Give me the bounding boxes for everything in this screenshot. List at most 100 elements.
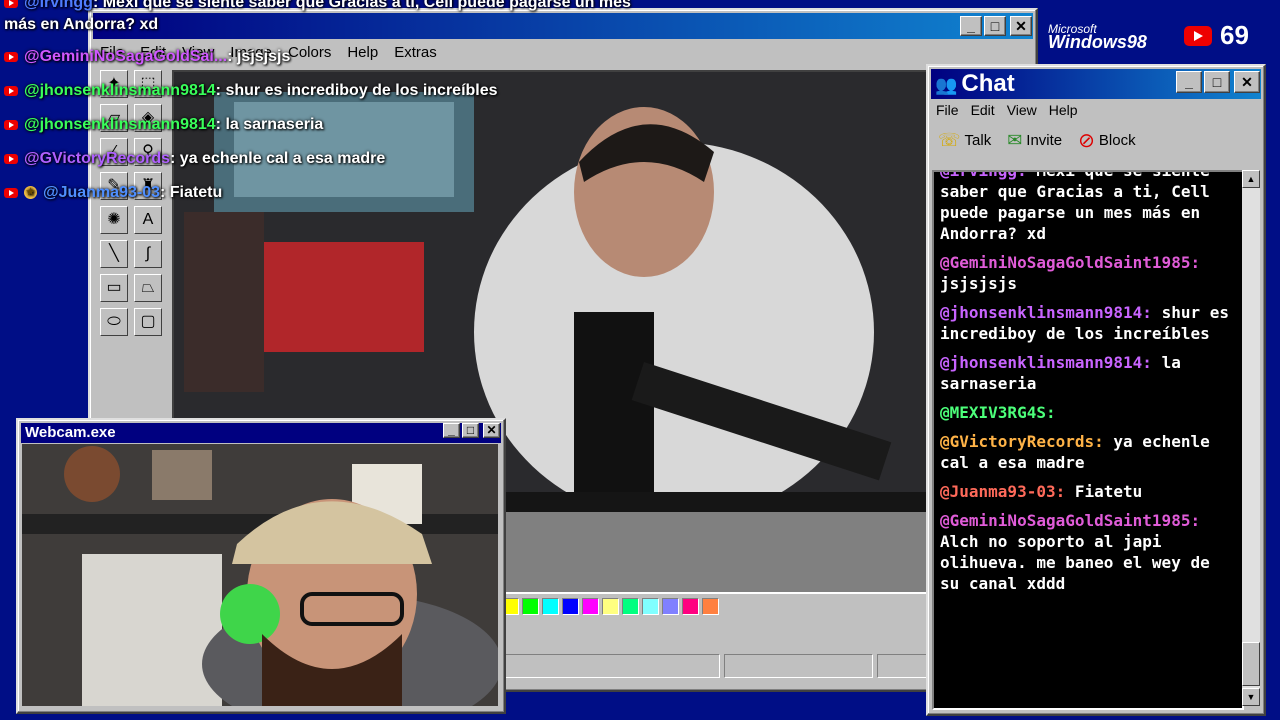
viewer-counter: 69 — [1184, 20, 1249, 51]
swatch-periwinkle[interactable] — [662, 598, 679, 615]
youtube-icon — [4, 51, 18, 62]
chat-text: Mexi que se siente saber que Gracias a t… — [940, 170, 1210, 243]
chat-message: @MEXIV3RG4S: — [940, 402, 1234, 423]
chat-message: @GeminiNoSagaGoldSaint1985: Alch no sopo… — [940, 510, 1234, 594]
invite-label: Invite — [1026, 132, 1063, 149]
overlay-message: @jhonsenklinsmann9814: la sarnaseria — [4, 116, 323, 134]
chat-menu-help[interactable]: Help — [1049, 102, 1078, 118]
close-button[interactable]: ✕ — [483, 423, 500, 438]
overlay-user: @irvingg — [24, 0, 93, 11]
overlay-text: : Mexi que se siente saber que Gracias a… — [92, 0, 631, 11]
minimize-button[interactable]: _ — [1176, 71, 1202, 93]
chat-user: @MEXIV3RG4S: — [940, 403, 1056, 422]
rounded-rect-icon[interactable]: ▢ — [134, 308, 162, 336]
chat-user: @GeminiNoSagaGoldSaint1985: — [940, 511, 1201, 530]
overlay-text: : shur es incrediboy de los increíbles — [215, 82, 498, 99]
swatch-magenta[interactable] — [582, 598, 599, 615]
chat-message: @GeminiNoSagaGoldSaint1985: jsjsjsjs — [940, 252, 1234, 294]
chat-toolbar: ☏ Talk ✉ Invite ⊘ Block — [938, 128, 1136, 153]
windows98-logo: Microsoft Windows98 — [1048, 22, 1147, 53]
overlay-user: @GVictoryRecords — [24, 150, 171, 167]
overlay-text: : Fiatetu — [160, 184, 223, 201]
overlay-message: @GVictoryRecords: ya echenle cal a esa m… — [4, 150, 385, 168]
chat-menu-view[interactable]: View — [1007, 102, 1037, 118]
airbrush-icon[interactable]: ✺ — [100, 206, 128, 234]
overlay-message: @GeminiNoSagaGoldSai...: jsjsjsjs — [4, 48, 290, 66]
chat-user: @jhonsenklinsmann9814: — [940, 353, 1152, 372]
line-icon[interactable]: ╲ — [100, 240, 128, 268]
text-icon[interactable]: A — [134, 206, 162, 234]
overlay-message: ★ @Juanma93-03: Fiatetu — [4, 184, 222, 202]
overlay-text: : ya echenle cal a esa madre — [170, 150, 386, 167]
status-cell — [724, 654, 874, 678]
swatch-orange[interactable] — [702, 598, 719, 615]
scroll-down-icon[interactable]: ▼ — [1242, 688, 1260, 706]
close-button[interactable]: ✕ — [1010, 16, 1032, 36]
ellipse-icon[interactable]: ⬭ — [100, 308, 128, 336]
minimize-button[interactable]: _ — [960, 16, 982, 36]
overlay-message: @irvingg: Mexi que se siente saber que G… — [4, 0, 631, 12]
talk-button[interactable]: ☏ Talk — [938, 130, 991, 151]
chat-text: jsjsjsjs — [940, 274, 1018, 293]
maximize-button[interactable]: □ — [462, 423, 479, 438]
overlay-user: @jhonsenklinsmann9814 — [24, 116, 216, 133]
overlay-text: más en Andorra? xd — [4, 16, 159, 33]
chat-user: @Juanma93-03: — [940, 482, 1066, 501]
block-button[interactable]: ⊘ Block — [1078, 128, 1135, 153]
chat-users-icon: 👥 — [935, 75, 958, 95]
chat-menu-edit[interactable]: Edit — [971, 102, 995, 118]
chat-text: Alch no soporto al japi olihueva. me ban… — [940, 532, 1210, 593]
chat-log[interactable]: @irvingg: Mexi que se siente saber que G… — [932, 170, 1244, 710]
chat-user: @irvingg: — [940, 170, 1027, 180]
youtube-icon — [4, 187, 18, 198]
block-icon: ⊘ — [1078, 130, 1095, 152]
chat-user: @jhonsenklinsmann9814: — [940, 303, 1152, 322]
talk-label: Talk — [964, 132, 992, 149]
swatch-spring-green[interactable] — [622, 598, 639, 615]
webcam-title[interactable]: Webcam.exe — [21, 423, 501, 443]
overlay-message: @jhonsenklinsmann9814: shur es incredibo… — [4, 82, 498, 100]
curve-icon[interactable]: ∫ — [134, 240, 162, 268]
maximize-button[interactable]: □ — [1204, 71, 1230, 93]
youtube-icon — [4, 0, 18, 8]
swatch-blue[interactable] — [562, 598, 579, 615]
polygon-icon[interactable]: ⏢ — [134, 274, 162, 302]
swatch-light-yellow[interactable] — [602, 598, 619, 615]
swatch-cyan[interactable] — [542, 598, 559, 615]
viewer-count: 69 — [1220, 20, 1249, 50]
menu-colors[interactable]: Colors — [288, 44, 331, 61]
chat-user: @GeminiNoSagaGoldSaint1985: — [940, 253, 1201, 272]
overlay-user: @GeminiNoSagaGoldSai... — [24, 48, 228, 65]
chat-user: @GVictoryRecords: — [940, 432, 1104, 451]
overlay-user: @jhonsenklinsmann9814 — [24, 82, 216, 99]
overlay-text: : jsjsjsjs — [227, 48, 291, 65]
chat-text: Fiatetu — [1074, 482, 1143, 501]
star-badge-icon: ★ — [24, 186, 37, 200]
color-palette — [502, 598, 722, 615]
youtube-icon — [1184, 25, 1212, 46]
block-label: Block — [1098, 132, 1136, 149]
minimize-button[interactable]: _ — [443, 423, 460, 438]
rectangle-icon[interactable]: ▭ — [100, 274, 128, 302]
scroll-up-icon[interactable]: ▲ — [1242, 170, 1260, 188]
youtube-icon — [4, 85, 18, 96]
chat-title: Chat — [961, 70, 1015, 97]
chat-window: 👥 Chat _ □ ✕ File Edit View Help ☏ Talk ✉ I… — [926, 64, 1266, 716]
chat-message: @jhonsenklinsmann9814: la sarnaseria — [940, 352, 1234, 394]
swatch-green[interactable] — [522, 598, 539, 615]
scroll-thumb[interactable] — [1242, 642, 1260, 686]
swatch-pink[interactable] — [682, 598, 699, 615]
menu-help[interactable]: Help — [347, 44, 378, 61]
maximize-button[interactable]: □ — [984, 16, 1006, 36]
chat-menubar: File Edit View Help — [936, 102, 1078, 118]
chat-scrollbar[interactable]: ▲ ▼ — [1242, 170, 1260, 706]
menu-extras[interactable]: Extras — [394, 44, 437, 61]
chat-message: @GVictoryRecords: ya echenle cal a esa m… — [940, 431, 1234, 473]
close-button[interactable]: ✕ — [1234, 71, 1260, 93]
invite-button[interactable]: ✉ Invite — [1007, 130, 1062, 151]
swatch-light-cyan[interactable] — [642, 598, 659, 615]
youtube-icon — [4, 153, 18, 164]
paint-titlebar[interactable] — [93, 13, 1033, 39]
chat-menu-file[interactable]: File — [936, 102, 959, 118]
overlay-message: más en Andorra? xd — [4, 16, 158, 34]
